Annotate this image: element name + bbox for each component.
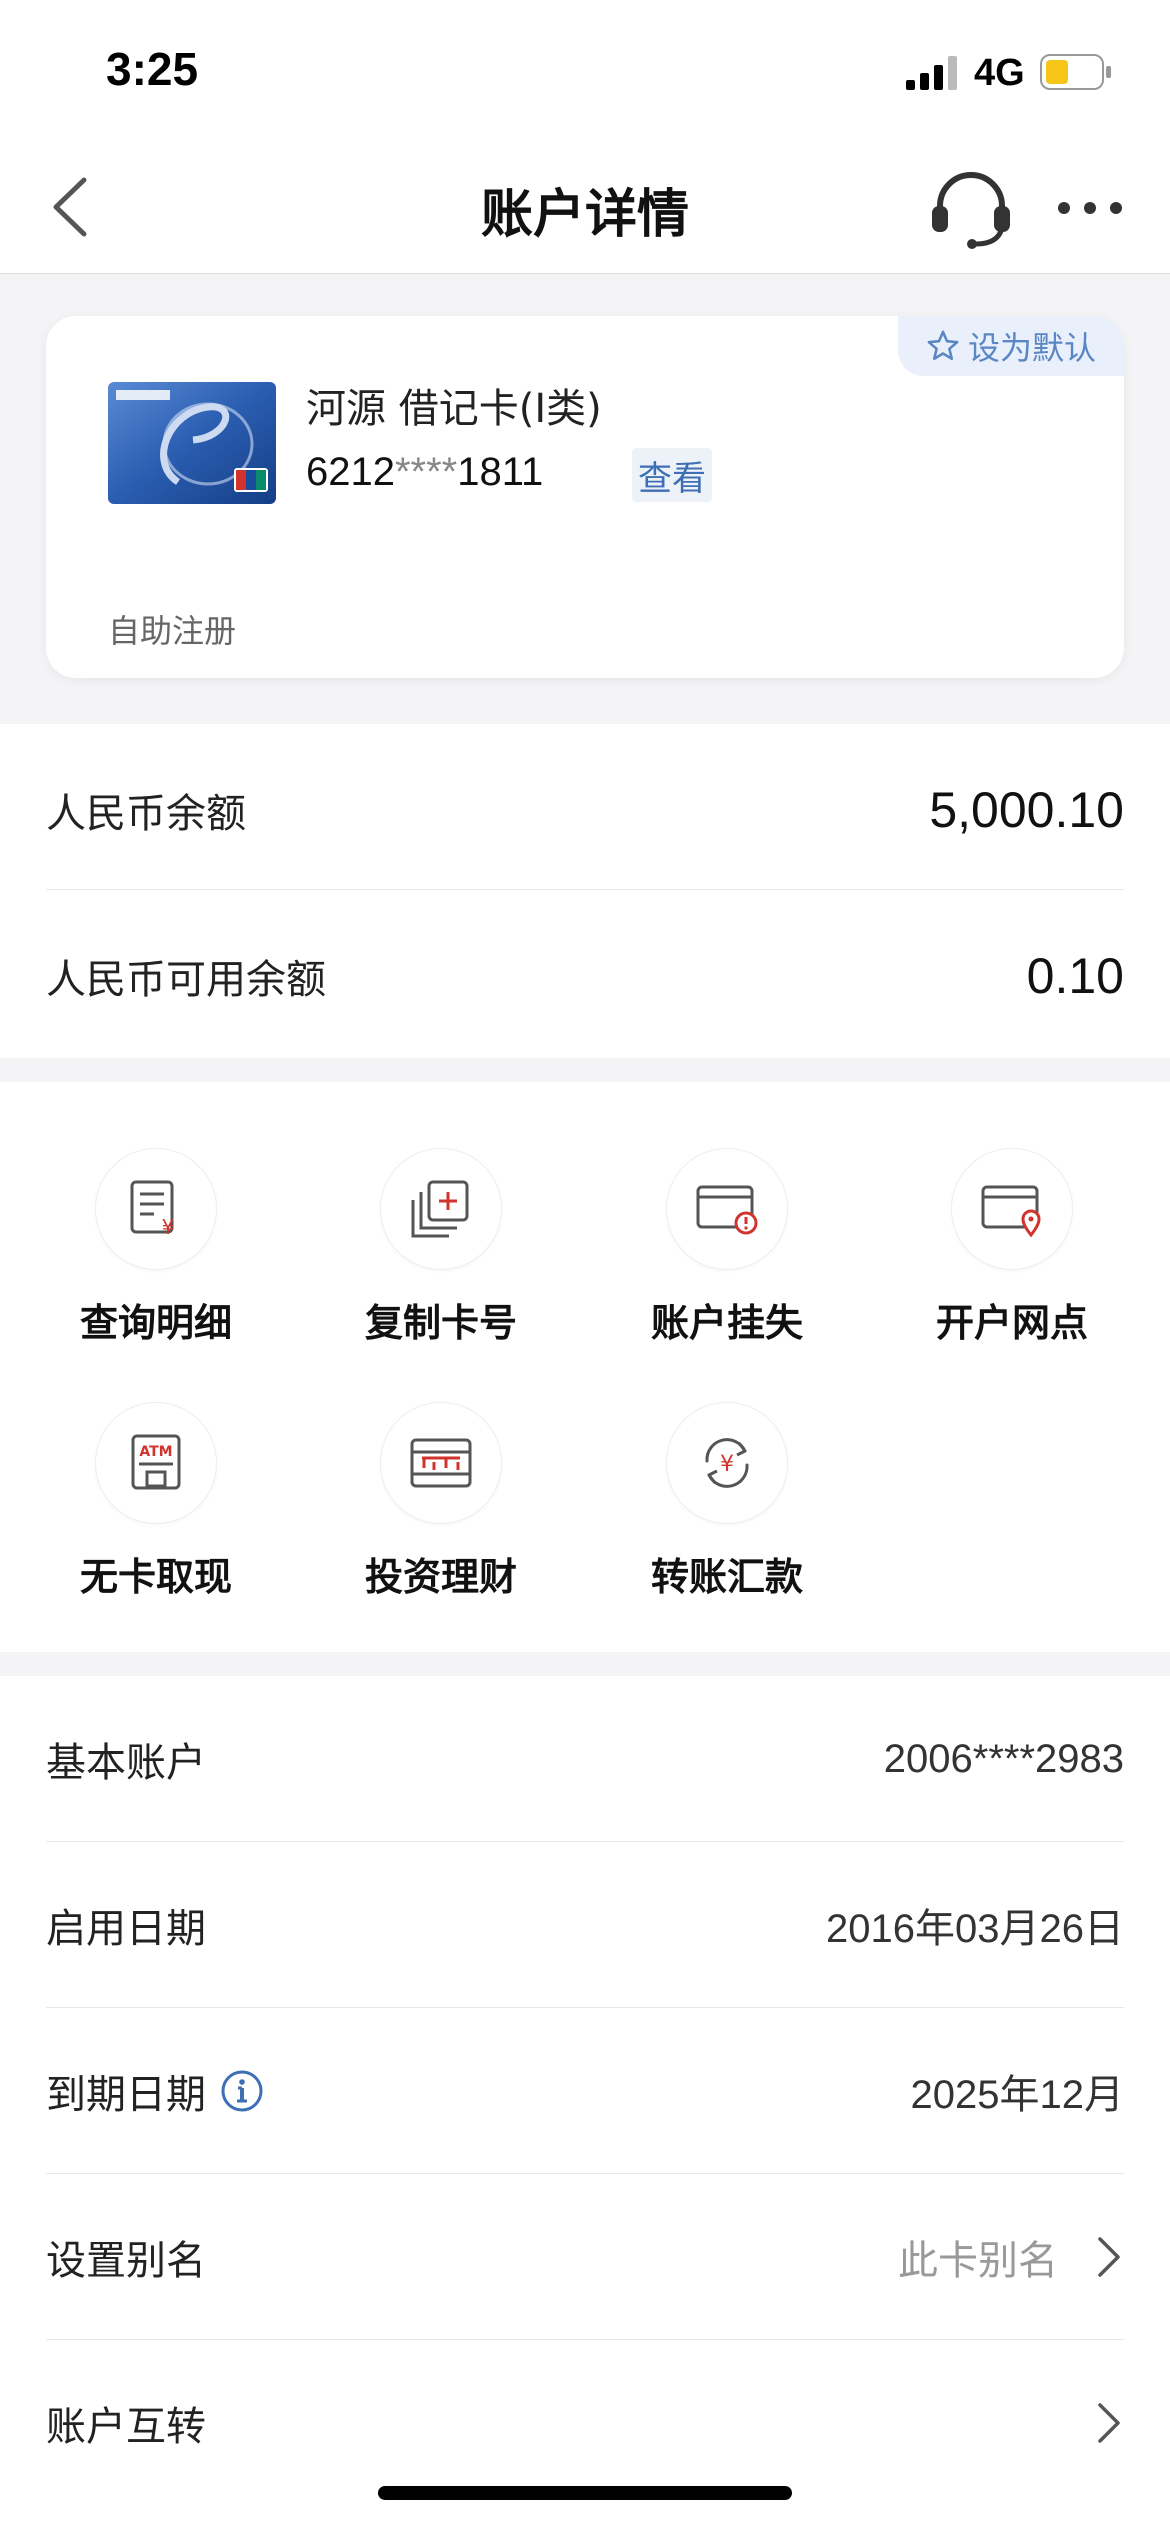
investment-icon [380,1402,502,1524]
card-number-prefix: 6212 [306,450,395,494]
home-indicator[interactable] [378,2486,792,2500]
card-number-suffix: 1811 [457,450,544,494]
svg-text:¥: ¥ [162,1215,175,1239]
chevron-right-icon [1098,2403,1120,2443]
basic-account-label: 基本账户 [46,1740,206,1786]
card-name: 河源 借记卡(Ⅰ类) [306,386,602,432]
card-number-mask: **** [394,450,458,494]
balance-section: 人民币余额 5,000.10 人民币可用余额 0.10 [0,724,1170,1058]
atm-icon: ATM [95,1402,217,1524]
navigation-bar: 账户详情 [0,140,1170,274]
account-info-section: 基本账户 2006****2983 启用日期 2016年03月26日 到期日期 … [0,1676,1170,2532]
branch-location-icon [951,1148,1073,1270]
set-default-button[interactable]: 设为默认 [898,316,1124,376]
divider [46,2339,1124,2340]
set-default-label: 设为默认 [967,329,1096,367]
view-card-number-button[interactable]: 查看 [632,448,712,502]
status-time: 3:25 [106,43,199,95]
basic-account-value: 2006****2983 [883,1736,1124,1781]
alias-placeholder: 此卡别名 [898,2238,1058,2284]
registration-type: 自助注册 [108,612,237,650]
start-date-label: 启用日期 [46,1906,206,1952]
account-transfer-row[interactable]: 账户互转 [46,2388,1124,2458]
svg-text:¥: ¥ [720,1452,734,1477]
account-transfer-label: 账户互转 [46,2404,206,2450]
report-loss-button[interactable]: 账户挂失 [597,1148,857,1348]
transfer-remittance-label: 转账汇款 [650,1555,803,1599]
divider [46,2007,1124,2008]
basic-account-row: 基本账户 2006****2983 [46,1724,1124,1794]
branch-location-label: 开户网点 [935,1301,1088,1345]
report-loss-icon [666,1148,788,1270]
customer-service-icon[interactable] [928,166,1014,252]
star-icon [927,330,959,361]
cardless-withdrawal-button[interactable]: ATM 无卡取现 [26,1402,286,1602]
transfer-icon: ¥ [666,1402,788,1524]
bank-card-image [108,382,276,504]
set-alias-row[interactable]: 设置别名 此卡别名 [46,2222,1124,2292]
bank-card-panel: 设为默认 河源 借记卡(Ⅰ类) 6212****1811 查看 自助注册 [46,316,1124,678]
rmb-available-balance-value: 0.10 [1026,948,1124,1004]
expiry-date-label: 到期日期 [46,2072,206,2118]
expiry-date-row: 到期日期 2025年12月 [46,2056,1124,2126]
expiry-date-value: 2025年12月 [910,2073,1124,2117]
query-details-label: 查询明细 [79,1301,232,1345]
divider [46,1841,1124,1842]
chevron-right-icon [1098,2237,1120,2277]
investment-button[interactable]: 投资理财 [311,1402,571,1602]
copy-card-number-button[interactable]: 复制卡号 [311,1148,571,1348]
detail-query-icon: ¥ [95,1148,217,1270]
more-options-icon[interactable] [1054,190,1126,226]
set-alias-label: 设置别名 [46,2238,206,2284]
svg-text:ATM: ATM [139,1444,172,1460]
cardless-withdrawal-label: 无卡取现 [79,1555,232,1599]
rmb-available-balance-label: 人民币可用余额 [46,957,326,1003]
start-date-value: 2016年03月26日 [826,1907,1124,1951]
divider [46,889,1124,890]
divider [46,2173,1124,2174]
function-grid: ¥ 查询明细 复制卡号 账户挂失 开户网点 ATM 无卡取现 投资理财 ¥ 转账… [0,1082,1170,1652]
report-loss-label: 账户挂失 [650,1301,803,1345]
battery-icon [1040,54,1111,90]
info-icon[interactable] [220,2069,264,2113]
query-details-button[interactable]: ¥ 查询明细 [26,1148,286,1348]
signal-icon [906,56,957,90]
card-number: 6212****1811 [306,450,543,495]
transfer-remittance-button[interactable]: ¥ 转账汇款 [597,1402,857,1602]
start-date-row: 启用日期 2016年03月26日 [46,1890,1124,1960]
rmb-balance-value: 5,000.10 [929,782,1124,838]
rmb-available-balance-row: 人民币可用余额 0.10 [46,940,1124,1012]
network-type: 4G [974,52,1025,94]
rmb-balance-row: 人民币余额 5,000.10 [46,774,1124,846]
investment-label: 投资理财 [364,1555,517,1599]
copy-card-icon [380,1148,502,1270]
branch-location-button[interactable]: 开户网点 [882,1148,1142,1348]
rmb-balance-label: 人民币余额 [46,791,246,837]
status-bar: 3:25 4G [0,0,1170,140]
copy-card-number-label: 复制卡号 [364,1301,517,1345]
